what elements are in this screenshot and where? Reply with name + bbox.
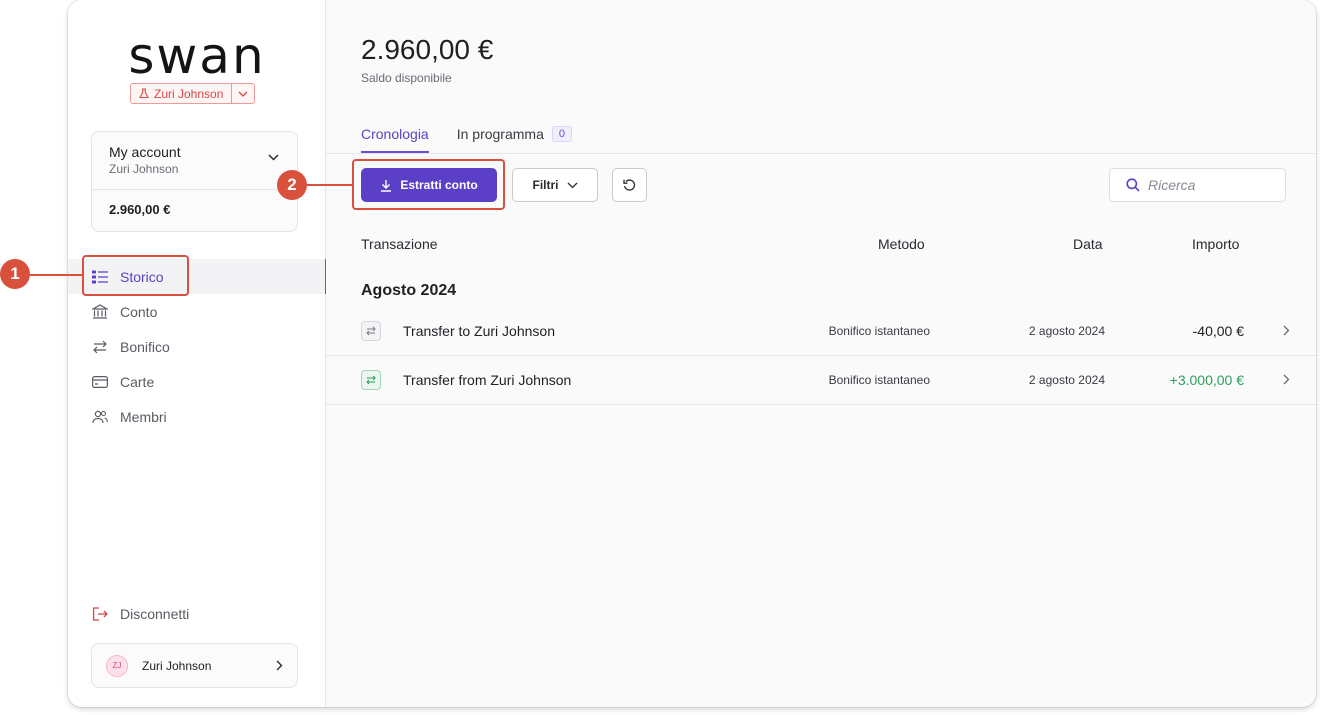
callout-highlight-storico <box>82 255 189 296</box>
chevron-right-icon <box>276 660 283 671</box>
sidebar-item-label: Membri <box>120 408 167 425</box>
column-header-amount: Importo <box>1192 236 1240 252</box>
user-profile-button[interactable]: ZJ Zuri Johnson <box>91 643 298 688</box>
chevron-right-icon <box>1283 374 1290 385</box>
account-holder: Zuri Johnson <box>109 162 179 176</box>
environment-badge[interactable]: Zuri Johnson <box>130 83 256 104</box>
bank-icon <box>92 304 108 320</box>
main-content: 2.960,00 € Saldo disponibile Cronologia … <box>326 0 1316 707</box>
refresh-icon <box>623 178 636 191</box>
sidebar-item-label: Bonifico <box>120 338 170 355</box>
transaction-amount: -40,00 € <box>1192 323 1244 339</box>
available-balance-label: Saldo disponibile <box>361 71 452 85</box>
column-header-date: Data <box>1073 236 1103 252</box>
swan-logo: swan <box>128 27 266 85</box>
callout-connector <box>30 274 82 276</box>
tabs-divider <box>326 153 1316 154</box>
transaction-label: Transfer from Zuri Johnson <box>403 372 572 388</box>
user-name: Zuri Johnson <box>142 658 212 673</box>
transfer-icon <box>361 321 381 341</box>
filter-button[interactable]: Filtri <box>512 168 598 202</box>
tab-cronologia[interactable]: Cronologia <box>361 126 429 153</box>
available-balance: 2.960,00 € <box>361 34 494 65</box>
column-header-method: Metodo <box>878 236 925 252</box>
search-box <box>1109 168 1286 202</box>
logout-icon <box>92 606 108 622</box>
transaction-label: Transfer to Zuri Johnson <box>403 323 555 339</box>
sidebar-item-bonifico[interactable]: Bonifico <box>68 329 326 364</box>
history-tabs: Cronologia In programma 0 <box>361 126 572 153</box>
tab-label: In programma <box>456 126 544 142</box>
sidebar-item-label: Carte <box>120 373 155 390</box>
month-group-header: Agosto 2024 <box>361 282 457 299</box>
account-selector[interactable]: My account Zuri Johnson 2.960,00 € <box>91 131 298 232</box>
tab-label: Cronologia <box>361 126 429 142</box>
chevron-down-icon <box>238 91 248 97</box>
filter-label: Filtri <box>532 178 559 192</box>
tab-count-badge: 0 <box>551 126 572 142</box>
sidebar-item-conto[interactable]: Conto <box>68 294 326 329</box>
environment-user-label: Zuri Johnson <box>154 86 224 101</box>
account-balance: 2.960,00 € <box>109 202 171 217</box>
tab-in-programma[interactable]: In programma 0 <box>457 126 572 153</box>
column-header-transaction: Transazione <box>361 236 438 252</box>
app-window: swan Zuri Johnson My account Zuri Johnso… <box>68 0 1316 707</box>
table-row[interactable]: Transfer to Zuri Johnson Bonifico istant… <box>326 307 1316 356</box>
environment-user: Zuri Johnson <box>131 84 233 103</box>
transfer-icon <box>92 339 108 355</box>
sidebar-item-label: Conto <box>120 303 158 320</box>
card-icon <box>92 374 108 390</box>
sidebar: swan Zuri Johnson My account Zuri Johnso… <box>68 0 327 707</box>
transfer-icon <box>361 370 381 390</box>
chevron-down-icon <box>268 154 279 161</box>
transaction-date: 2 agosto 2024 <box>1028 324 1105 338</box>
environment-dropdown[interactable] <box>232 84 254 103</box>
members-icon <box>92 409 108 425</box>
chevron-right-icon <box>1283 325 1290 336</box>
search-icon <box>1126 178 1140 192</box>
transaction-amount: +3.000,00 € <box>1169 372 1244 388</box>
logout-label: Disconnetti <box>120 606 190 622</box>
avatar: ZJ <box>106 654 128 677</box>
chevron-down-icon <box>567 182 577 188</box>
callout-highlight-statements <box>352 159 505 210</box>
logout-button[interactable]: Disconnetti <box>92 606 189 622</box>
callout-marker-2: 2 <box>277 170 307 200</box>
sidebar-item-membri[interactable]: Membri <box>68 399 326 434</box>
transaction-method: Bonifico istantaneo <box>828 373 930 387</box>
flask-icon <box>139 88 149 99</box>
table-row[interactable]: Transfer from Zuri Johnson Bonifico ista… <box>326 356 1316 405</box>
callout-marker-1: 1 <box>0 259 30 289</box>
transaction-method: Bonifico istantaneo <box>828 324 930 338</box>
transaction-date: 2 agosto 2024 <box>1028 373 1105 387</box>
sidebar-item-carte[interactable]: Carte <box>68 364 326 399</box>
search-input[interactable] <box>1148 177 1268 193</box>
callout-connector <box>307 184 352 186</box>
refresh-button[interactable] <box>612 168 647 202</box>
account-name: My account <box>109 144 181 160</box>
